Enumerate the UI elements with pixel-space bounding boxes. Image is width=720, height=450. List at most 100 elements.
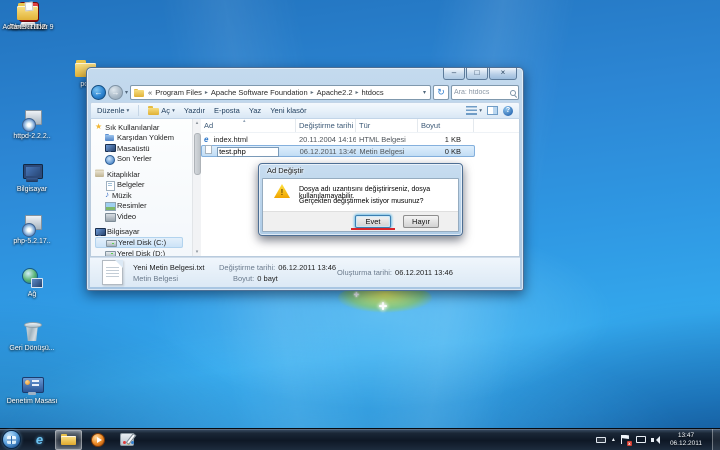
media-player-icon [91,433,105,447]
desktop-icon-label: httpd-2.2.2.. [13,133,50,140]
details-pane: Yeni Metin Belgesi.txt Metin Belgesi Değ… [90,257,520,287]
burn-button[interactable]: Yaz [249,106,261,115]
navigation-pane: ★ Sık Kullanılanlar Karşıdan Yüklem Masa… [91,119,192,256]
file-type: HTML Belgesi [356,135,418,144]
file-row-index-html[interactable]: e index.html 20.11.2004 14:16 HTML Belge… [201,133,519,145]
address-dropdown-icon[interactable]: ▾ [421,89,428,96]
desktop-icon-bilgisayar[interactable]: Bilgisayar [4,162,60,194]
libraries-icon [95,170,104,178]
organize-button[interactable]: Düzenle ▾ [97,106,129,115]
file-row-test-php[interactable]: 06.12.2011 13:46 Metin Belgesi 0 KB [201,145,475,157]
breadcrumb[interactable]: « Program Files ▸ Apache Software Founda… [130,85,431,100]
desktop-icon [105,144,114,152]
warning-icon: ! [274,184,290,198]
back-icon: ← [95,88,103,97]
sidebar-item-recent-places[interactable]: Son Yerler [95,154,192,165]
breadcrumb-separator-icon[interactable]: ▸ [309,89,316,96]
keyboard-tray-icon[interactable] [596,437,606,443]
start-button[interactable] [2,430,21,449]
maximize-button[interactable]: □ [466,68,488,80]
breadcrumb-segment[interactable]: Apache2.2 [316,88,354,97]
help-icon: ? [506,107,510,114]
desktop-icon-denetim-masasi[interactable]: Denetim Masası [4,374,60,406]
sidebar-group-favorites[interactable]: ★ Sık Kullanılanlar [95,122,192,133]
scroll-down-icon[interactable]: ▾ [193,249,201,255]
refresh-icon: ↻ [437,87,445,97]
show-hidden-icons[interactable]: ▴ [612,436,615,443]
scroll-up-icon[interactable]: ▴ [193,120,201,126]
breadcrumb-segment[interactable]: htdocs [361,88,385,97]
network-tray-icon[interactable] [636,436,645,444]
show-desktop-button[interactable] [712,429,720,450]
preview-pane-button[interactable] [487,106,498,115]
help-button[interactable]: ? [503,106,513,116]
sidebar-item-downloads[interactable]: Karşıdan Yüklem [95,133,192,144]
explorer-titlebar[interactable]: – □ × [87,68,523,83]
desktop-icon-taner-titiz[interactable]: Taner TİTİZ [0,0,56,32]
breadcrumb-segment[interactable]: Program Files [154,88,203,97]
details-file-type: Metin Belgesi [133,274,219,283]
recent-pages-dropdown[interactable]: ▾ [125,89,128,96]
breadcrumb-segment[interactable]: Apache Software Foundation [210,88,309,97]
file-size: 0 KB [418,147,474,156]
breadcrumb-overflow[interactable]: « [148,88,152,97]
desktop-icon-geri-donusum[interactable]: Geri Dönüşü... [4,321,60,353]
sidebar-item-pictures[interactable]: Resimler [95,201,192,212]
details-file-name: Yeni Metin Belgesi.txt [133,263,219,272]
sidebar-scrollbar[interactable]: ▴ ▾ [192,119,201,256]
sidebar-group-libraries[interactable]: Kitaplıklar [95,169,192,180]
taskbar-paint-button[interactable] [113,430,140,450]
desktop-icon-php[interactable]: php-5.2.17.. [4,214,60,246]
desktop-icon-label: Bilgisayar [17,186,47,193]
email-button[interactable]: E-posta [214,106,240,115]
sidebar-item-documents[interactable]: Belgeler [95,180,192,191]
taskbar-clock[interactable]: 13:47 06.12.2011 [670,432,702,448]
sidebar-item-local-disk-d[interactable]: Yerel Disk (D:) [95,248,192,256]
internet-explorer-icon: e [36,432,43,447]
desktop-icon-label: Denetim Masası [7,398,58,405]
column-header-name[interactable]: Ad [201,119,296,132]
rename-input[interactable] [217,147,279,157]
scrollbar-thumb[interactable] [194,133,201,175]
breadcrumb-separator-icon[interactable]: ▸ [354,89,361,96]
sidebar-item-video[interactable]: Video [95,211,192,222]
refresh-button[interactable]: ↻ [433,85,449,100]
no-button[interactable]: Hayır [403,215,439,228]
recycle-bin-icon [20,321,44,343]
sidebar-item-local-disk-c[interactable]: Yerel Disk (C:) [95,237,183,248]
desktop-icon-label: Ağ [28,291,37,298]
action-center-icon[interactable]: x [621,435,630,445]
volume-tray-icon[interactable] [651,436,660,444]
change-view-button[interactable]: ▾ [466,106,482,115]
forward-button[interactable]: → [108,85,123,100]
column-header-size[interactable]: Boyut [418,119,474,132]
paint-icon [120,433,134,446]
desktop-icon-ag[interactable]: Ağ [4,267,60,299]
minimize-button[interactable]: – [443,68,465,80]
disk-icon [106,239,115,247]
file-modified: 20.11.2004 14:16 [296,135,356,144]
print-button[interactable]: Yazdır [184,106,205,115]
taskbar-ie-button[interactable]: e [26,430,53,450]
file-modified: 06.12.2011 13:46 [297,147,357,156]
column-header-modified[interactable]: Değiştirme tarihi [296,119,356,132]
dialog-message-line2: Gerçekten değiştirmek istiyor musunuz? [299,198,424,205]
file-type: Metin Belgesi [356,147,418,156]
taskbar-explorer-button[interactable] [55,430,82,450]
back-button[interactable]: ← [91,85,106,100]
yes-button[interactable]: Evet [355,215,391,228]
sidebar-item-desktop[interactable]: Masaüstü [95,143,192,154]
sidebar-item-music[interactable]: ♪ Müzik [95,190,192,201]
search-input[interactable] [454,89,510,96]
rename-dialog: Ad Değiştir ! Dosya adı uzantısını değiş… [258,163,463,236]
minimize-icon: – [452,68,456,77]
new-folder-button[interactable]: Yeni klasör [270,106,306,115]
close-button[interactable]: × [489,68,517,80]
sidebar-group-computer[interactable]: Bilgisayar [95,227,192,238]
taskbar-media-player-button[interactable] [84,430,111,450]
computer-icon [20,162,44,184]
column-header-type[interactable]: Tür [356,119,418,132]
breadcrumb-separator-icon[interactable]: ▸ [203,89,210,96]
open-button[interactable]: Aç ▾ [148,106,175,115]
desktop-icon-httpd[interactable]: httpd-2.2.2.. [4,109,60,141]
